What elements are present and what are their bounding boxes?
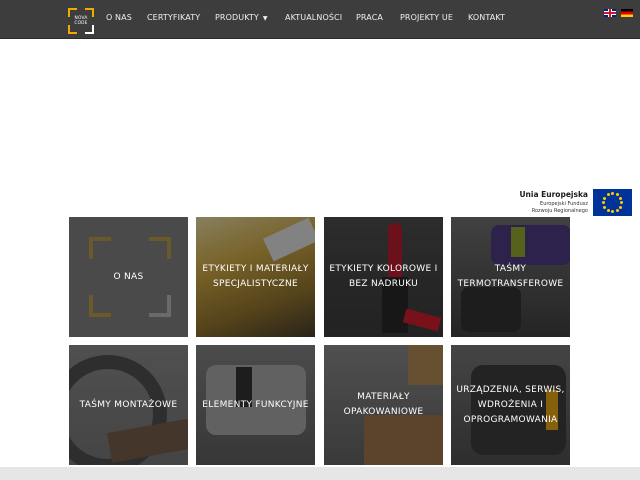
tile-label: TAŚMY TERMOTRANSFEROWE xyxy=(457,264,564,289)
tile-etykiety-i-materialy[interactable]: ETYKIETY I MATERIAŁY SPECJALISTYCZNE xyxy=(196,217,315,337)
menu-item-aktualnosci[interactable]: AKTUALNOŚCI xyxy=(285,13,342,22)
menu-item-o-nas[interactable]: O NAS xyxy=(106,13,132,22)
eu-star-icon xyxy=(606,208,610,212)
menu-item-projekty-ue[interactable]: PROJEKTY UE xyxy=(400,13,453,22)
menu-item-produkty-label: PRODUKTY xyxy=(215,13,259,22)
eu-star-icon xyxy=(615,193,619,197)
eu-badge-text: Unia Europejska Europejski Fundusz Rozwo… xyxy=(508,190,588,214)
tile-materialy-opakowaniowe[interactable]: MATERIAŁY OPAKOWANIOWE xyxy=(324,345,443,465)
eu-star-icon xyxy=(606,193,610,197)
eu-subtitle: Europejski Fundusz Rozwoju Regionalnego xyxy=(508,201,588,214)
eu-title: Unia Europejska xyxy=(519,190,588,199)
tile-tasmy-termotransferowe[interactable]: TAŚMY TERMOTRANSFEROWE xyxy=(451,217,570,337)
tile-tasmy-montazowe[interactable]: TAŚMY MONTAŻOWE xyxy=(69,345,188,465)
menu-item-praca[interactable]: PRACA xyxy=(356,13,383,22)
menu-item-produkty[interactable]: PRODUKTY ▼ xyxy=(215,13,268,22)
page-footer-strip xyxy=(0,467,640,480)
tile-label: ETYKIETY KOLOROWE I BEZ NADRUKU xyxy=(329,264,438,289)
tile-label: MATERIAŁY OPAKOWANIOWE xyxy=(343,392,424,417)
tile-label: TAŚMY MONTAŻOWE xyxy=(79,399,178,410)
eu-star-icon xyxy=(611,192,614,195)
tile-label: ELEMENTY FUNKCYJNE xyxy=(202,399,309,410)
tile-label: O NAS xyxy=(113,271,144,282)
eu-star-icon xyxy=(615,208,619,212)
eu-subtitle-line: Rozwoju Regionalnego xyxy=(531,207,588,214)
eu-star-icon xyxy=(603,196,607,200)
uk-flag-icon[interactable] xyxy=(604,9,616,17)
eu-star-icon xyxy=(603,205,607,209)
tile-urzadzenia-serwis[interactable]: URZĄDZENIA, SERWIS, WDROŻENIA I OPROGRAM… xyxy=(451,345,570,465)
top-navbar: NOVA CODE O NAS CERTYFIKATY PRODUKTY ▼ AK… xyxy=(0,0,640,39)
de-flag-icon[interactable] xyxy=(621,9,633,17)
eu-star-icon xyxy=(611,210,614,213)
eu-star-icon xyxy=(618,196,622,200)
tile-label: URZĄDZENIA, SERWIS, WDROŻENIA I OPROGRAM… xyxy=(456,384,565,425)
eu-flag-icon xyxy=(593,189,632,216)
logo[interactable]: NOVA CODE xyxy=(68,8,94,34)
chevron-down-icon: ▼ xyxy=(262,15,268,22)
menu-item-kontakt[interactable]: KONTAKT xyxy=(468,13,505,22)
logo-corner xyxy=(68,25,77,34)
menu-item-certyfikaty[interactable]: CERTYFIKATY xyxy=(147,13,200,22)
tile-etykiety-kolorowe[interactable]: ETYKIETY KOLOROWE I BEZ NADRUKU xyxy=(324,217,443,337)
eu-star-icon xyxy=(602,201,605,204)
eu-star-icon xyxy=(620,201,623,204)
eu-star-icon xyxy=(618,205,622,209)
tile-elementy-funkcyjne[interactable]: ELEMENTY FUNKCYJNE xyxy=(196,345,315,465)
tile-o-nas[interactable]: O NAS xyxy=(69,217,188,337)
tile-label: ETYKIETY I MATERIAŁY SPECJALISTYCZNE xyxy=(202,264,309,289)
logo-text: NOVA CODE xyxy=(74,16,88,26)
logo-corner xyxy=(85,25,94,34)
